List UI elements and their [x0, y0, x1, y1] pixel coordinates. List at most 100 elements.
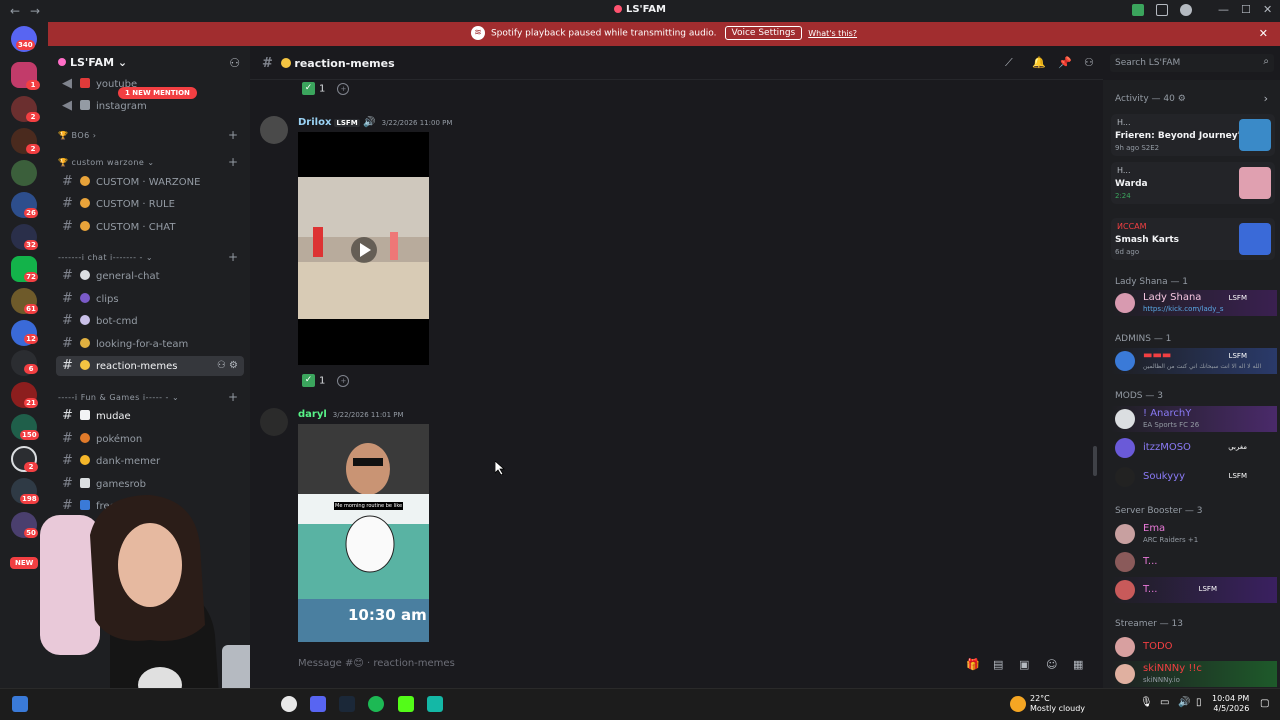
activity-user: ИССАМ — [1117, 222, 1147, 231]
banner-close-icon[interactable]: ✕ — [1259, 27, 1268, 40]
channel-custom-warzone[interactable]: # CUSTOM · WARZONE — [56, 172, 244, 192]
category-fun-games[interactable]: -----i Fun & Games i----- - ⌄ — [58, 393, 179, 402]
add-channel-icon[interactable]: + — [228, 250, 238, 264]
video-attachment[interactable] — [298, 132, 429, 365]
add-reaction-icon[interactable]: + — [337, 82, 350, 95]
threads-icon[interactable]: ⟋ — [1005, 56, 1013, 70]
activity-card[interactable]: H... Warda 2:24 — [1111, 162, 1275, 204]
voice-settings-button[interactable]: Voice Settings — [724, 26, 803, 40]
channel-custom-chat[interactable]: # CUSTOM · CHAT — [56, 217, 244, 237]
leaf-icon[interactable] — [1132, 4, 1144, 16]
activity-card[interactable]: ИССАМ Smash Karts 6d ago — [1111, 218, 1275, 260]
notification-center-icon[interactable]: ▢ — [1260, 698, 1269, 709]
avatar[interactable] — [260, 116, 288, 144]
pin-icon[interactable]: 📌 — [1058, 56, 1072, 69]
channel-mudae[interactable]: # mudae — [56, 406, 244, 426]
message-author[interactable]: daryl 3/22/2026 11:01 PM — [298, 409, 404, 420]
check-reaction-icon[interactable]: ✓ — [302, 82, 315, 95]
apps-icon[interactable]: ▦ — [1073, 658, 1083, 671]
channel-reaction-memes[interactable]: # reaction-memes ⚇ ⚙ — [56, 356, 244, 376]
member-item[interactable]: itzzMOSO مغربي — [1111, 435, 1277, 461]
category-chat[interactable]: -------i chat i------- - ⌄ — [58, 253, 153, 262]
member-status: مغربي — [1228, 443, 1247, 451]
tray-chevron-icon[interactable] — [1118, 699, 1128, 709]
add-channel-icon[interactable]: + — [228, 390, 238, 404]
image-attachment[interactable]: Me morning routine be like 10:30 am — [298, 424, 429, 642]
member-item[interactable]: Ema ARC Raiders +1 — [1111, 521, 1277, 547]
volume-icon[interactable]: 🔊 — [1178, 697, 1190, 708]
minimize-icon[interactable]: — — [1218, 3, 1229, 16]
weather-widget[interactable]: 22°C Mostly cloudy — [1030, 694, 1085, 714]
inbox-icon[interactable] — [1156, 4, 1168, 16]
member-item[interactable]: Soukyyy LSFM — [1111, 464, 1277, 490]
clock[interactable]: 10:04 PM 4/5/2026 — [1212, 694, 1249, 714]
activity-card[interactable]: H... Frieren: Beyond Journey's ... 9h ag… — [1111, 114, 1275, 156]
discord-icon[interactable] — [310, 696, 326, 712]
member-status: skiNNNy.io — [1143, 676, 1180, 684]
microphone-tray-icon[interactable]: 🎙 — [1140, 697, 1153, 708]
whats-this-link[interactable]: What's this? — [808, 29, 857, 38]
help-icon[interactable] — [1180, 4, 1192, 16]
channel-instagram[interactable]: ◀ instagram — [56, 96, 244, 116]
scrollbar[interactable] — [1093, 446, 1097, 476]
add-reaction-icon[interactable]: + — [337, 374, 350, 387]
member-item[interactable]: Lady Shana LSFM https://kick.com/lady_s — [1111, 290, 1277, 316]
avatar[interactable] — [260, 408, 288, 436]
member-item[interactable]: ▬▬▬ LSFM الله لا اله الا انت سبحانك اني … — [1111, 348, 1277, 374]
sticker-icon[interactable]: ▣ — [1019, 658, 1029, 671]
server-icon[interactable] — [11, 160, 37, 186]
author-name[interactable]: daryl — [298, 409, 327, 420]
channel-general-chat[interactable]: # general-chat — [56, 266, 244, 286]
channel-custom-rule[interactable]: # CUSTOM · RULE — [56, 194, 244, 214]
channel-dank-memer[interactable]: # dank-memer — [56, 451, 244, 471]
member-name: TODO — [1143, 641, 1173, 652]
steam-icon[interactable] — [339, 696, 355, 712]
add-channel-icon[interactable]: + — [228, 128, 238, 142]
add-channel-icon[interactable]: + — [228, 155, 238, 169]
channel-looking-for-a-team[interactable]: # looking-for-a-team — [56, 334, 244, 354]
member-item[interactable]: T... LSFM — [1111, 577, 1277, 603]
chrome-icon[interactable] — [281, 696, 297, 712]
member-list-icon[interactable]: ⚇ — [1084, 56, 1094, 69]
search-input[interactable]: Search LS'FAM ⌕ — [1110, 54, 1274, 72]
member-item[interactable]: skiNNNy !!c skiNNNy.io — [1111, 661, 1277, 687]
member-item[interactable]: T... — [1111, 549, 1277, 575]
kick-icon[interactable] — [398, 696, 414, 712]
maximize-icon[interactable]: ☐ — [1241, 3, 1251, 16]
start-icon[interactable] — [12, 696, 28, 712]
emoji-icon[interactable]: ☺ — [1046, 658, 1057, 671]
message-author[interactable]: Drilox LSFM 🔊 3/22/2026 11:00 PM — [298, 117, 452, 128]
message-composer[interactable]: Message #😊 · reaction-memes 🎁 ▤ ▣ ☺ ▦ — [262, 650, 1094, 678]
author-name[interactable]: Drilox — [298, 117, 331, 128]
server-badge: 150 — [20, 430, 39, 440]
check-reaction-icon[interactable]: ✓ — [302, 374, 315, 387]
category-label: -----i Fun & Games i----- - — [58, 393, 169, 402]
battery-icon[interactable]: ▯ — [1196, 697, 1202, 708]
gift-icon[interactable]: 🎁 — [966, 658, 980, 671]
network-icon[interactable]: ▭ — [1160, 697, 1169, 708]
activity-thumbnail — [1239, 223, 1271, 255]
channel-gamesrob[interactable]: # gamesrob — [56, 474, 244, 494]
member-status: https://kick.com/lady_s — [1143, 305, 1224, 313]
taskbar: 22°C Mostly cloudy 🎙 ▭ 🔊 ▯ 10:04 PM 4/5/20… — [0, 688, 1280, 720]
chevron-right-icon[interactable]: › — [1264, 92, 1268, 105]
channel-bot-cmd[interactable]: # bot-cmd — [56, 311, 244, 331]
member-item[interactable]: TODO — [1111, 634, 1277, 660]
clapper-emoji-icon — [80, 293, 90, 303]
invite-member-icon[interactable]: ⚇ — [229, 56, 240, 70]
close-window-icon[interactable]: ✕ — [1263, 3, 1272, 16]
gif-icon[interactable]: ▤ — [993, 658, 1003, 671]
member-item[interactable]: ! AnarchY EA Sports FC 26 — [1111, 406, 1277, 432]
category-bo6[interactable]: 🏆 BO6 › — [58, 131, 97, 140]
notification-bell-icon[interactable]: 🔔 — [1032, 56, 1046, 69]
app-icon[interactable] — [427, 696, 443, 712]
channel-clips[interactable]: # clips — [56, 289, 244, 309]
channel-pokemon[interactable]: # pokémon — [56, 429, 244, 449]
category-custom-warzone[interactable]: 🏆 custom warzone ⌄ — [58, 158, 155, 167]
role-section-header: ADMINS — 1 — [1115, 334, 1172, 344]
server-header[interactable]: LS'FAM ⌄ — [58, 56, 127, 69]
hash-icon: # — [262, 56, 273, 71]
channel-settings-icon[interactable]: ⚇ ⚙ — [217, 356, 238, 376]
avatar — [1115, 637, 1135, 657]
spotify-icon[interactable] — [368, 696, 384, 712]
